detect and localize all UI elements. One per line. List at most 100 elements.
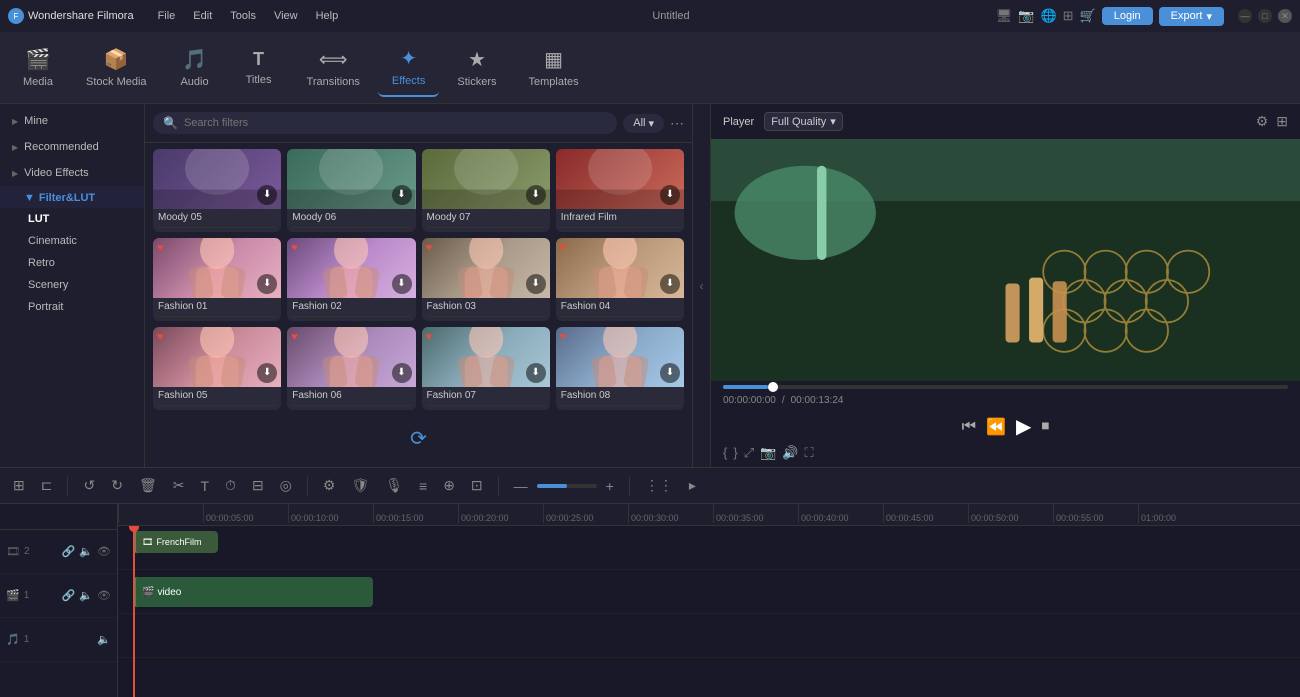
step-back-button[interactable]: ⏮ — [962, 418, 976, 436]
download-icon-fashion07[interactable]: ⬇ — [526, 363, 546, 383]
delete-icon[interactable]: 🗑 — [134, 474, 162, 497]
search-input[interactable] — [184, 117, 607, 129]
minimize-button[interactable]: — — [1238, 9, 1252, 23]
edit-icon[interactable]: ⊟ — [247, 474, 269, 497]
toolbar-stock-media[interactable]: 📦 Stock Media — [72, 39, 161, 96]
export-button[interactable]: Export ▾ — [1159, 7, 1224, 26]
track-2-link-icon[interactable]: 🔗 — [62, 589, 76, 602]
fullscreen-icon[interactable]: ⛶ — [804, 445, 813, 461]
sidebar-sub-scenery[interactable]: Scenery — [0, 274, 144, 296]
split-mode-icon[interactable]: ⊞ — [8, 474, 30, 497]
heart-icon-fashion03[interactable]: ♥ — [426, 242, 433, 254]
menu-help[interactable]: Help — [308, 8, 347, 24]
play-button[interactable]: ▶ — [1016, 414, 1031, 439]
expand-icon[interactable]: ▸ — [684, 474, 701, 497]
toolbar-templates[interactable]: ▦ Templates — [514, 39, 592, 96]
sidebar-item-mine[interactable]: ▶ Mine — [0, 108, 144, 134]
track-2-mute-icon[interactable]: 🔈 — [79, 589, 93, 602]
system-icon-4[interactable]: ⊞ — [1063, 8, 1074, 24]
download-icon-moody07[interactable]: ⬇ — [526, 185, 546, 205]
effect-card-moody06[interactable]: ⬇Moody 06 — [287, 149, 415, 232]
system-icon-2[interactable]: 📷 — [1018, 8, 1034, 24]
download-icon-fashion08[interactable]: ⬇ — [660, 363, 680, 383]
effect-card-moody07[interactable]: ⬇Moody 07 — [422, 149, 550, 232]
download-icon-fashion06[interactable]: ⬇ — [392, 363, 412, 383]
quality-select[interactable]: Full Quality ▾ — [764, 112, 843, 131]
clip-video[interactable]: 🎬 video — [133, 577, 373, 607]
zoom-in-icon[interactable]: + — [601, 475, 619, 497]
close-button[interactable]: ✕ — [1278, 9, 1292, 23]
download-icon-moody05[interactable]: ⬇ — [257, 185, 277, 205]
system-icon-1[interactable]: 🖥 — [996, 8, 1013, 24]
toolbar-titles[interactable]: T Titles — [229, 41, 289, 94]
mark-out-icon[interactable]: } — [733, 445, 737, 461]
progress-thumb[interactable] — [768, 382, 778, 392]
track-1-mute-icon[interactable]: 🔈 — [79, 545, 93, 558]
heart-icon-fashion01[interactable]: ♥ — [157, 242, 164, 254]
split-clip-icon[interactable]: ⊕ — [438, 474, 460, 497]
sidebar-sub-lut[interactable]: LUT — [0, 208, 144, 230]
effect-card-fashion05[interactable]: ♥⬇Fashion 05 — [153, 327, 281, 410]
redo-icon[interactable]: ↻ — [106, 474, 128, 497]
download-icon-infrared[interactable]: ⬇ — [660, 185, 680, 205]
effect-card-infrared[interactable]: ⬇Infrared Film — [556, 149, 684, 232]
frame-forward-button[interactable]: ⏹ — [1041, 418, 1049, 436]
filter-all-button[interactable]: All ▾ — [623, 114, 664, 133]
effect-card-fashion02[interactable]: ♥⬇Fashion 02 — [287, 238, 415, 321]
heart-icon-fashion02[interactable]: ♥ — [291, 242, 298, 254]
zoom-out-icon[interactable]: — — [509, 475, 533, 497]
track-3-mute-icon[interactable]: 🔈 — [97, 633, 111, 646]
download-icon-moody06[interactable]: ⬇ — [392, 185, 412, 205]
download-icon-fashion03[interactable]: ⬇ — [526, 274, 546, 294]
cut-icon[interactable]: ✂ — [168, 474, 190, 497]
download-icon-fashion05[interactable]: ⬇ — [257, 363, 277, 383]
download-icon-fashion04[interactable]: ⬇ — [660, 274, 680, 294]
track-1-link-icon[interactable]: 🔗 — [62, 545, 76, 558]
tracks-icon[interactable]: ≡ — [414, 475, 432, 497]
login-button[interactable]: Login — [1102, 7, 1153, 25]
zoom-slider[interactable] — [537, 484, 597, 488]
system-icon-3[interactable]: 🌐 — [1040, 8, 1056, 24]
effect-card-fashion08[interactable]: ♥⬇Fashion 08 — [556, 327, 684, 410]
effect-apply-icon[interactable]: ◎ — [275, 474, 297, 497]
sidebar-sub-cinematic[interactable]: Cinematic — [0, 230, 144, 252]
download-icon-fashion02[interactable]: ⬇ — [392, 274, 412, 294]
toolbar-transitions[interactable]: ⟺ Transitions — [293, 39, 374, 96]
heart-icon-fashion07[interactable]: ♥ — [426, 331, 433, 343]
extract-icon[interactable]: ⤢ — [744, 445, 754, 461]
more-tracks-icon[interactable]: ⋮⋮ — [640, 474, 678, 497]
more-options-icon[interactable]: ⋯ — [670, 115, 684, 132]
sidebar-sub-retro[interactable]: Retro — [0, 252, 144, 274]
heart-icon-fashion04[interactable]: ♥ — [560, 242, 567, 254]
sidebar-sub-portrait[interactable]: Portrait — [0, 296, 144, 318]
panel-collapse-handle[interactable]: ‹ — [692, 104, 710, 467]
menu-view[interactable]: View — [266, 8, 306, 24]
sidebar-item-filter-lut[interactable]: ▼ Filter&LUT — [0, 186, 144, 208]
toolbar-media[interactable]: 🎬 Media — [8, 39, 68, 96]
mark-in-icon[interactable]: { — [723, 445, 727, 461]
heart-icon-fashion08[interactable]: ♥ — [560, 331, 567, 343]
effect-card-fashion03[interactable]: ♥⬇Fashion 03 — [422, 238, 550, 321]
maximize-button[interactable]: □ — [1258, 9, 1272, 23]
progress-bar[interactable] — [723, 385, 1288, 389]
player-layout-icon[interactable]: ⊞ — [1276, 113, 1288, 130]
snapshot-icon[interactable]: 📷 — [760, 445, 776, 461]
menu-file[interactable]: File — [150, 8, 184, 24]
effect-card-fashion06[interactable]: ♥⬇Fashion 06 — [287, 327, 415, 410]
duration-icon[interactable]: ⏱ — [220, 474, 241, 497]
effect-card-fashion07[interactable]: ♥⬇Fashion 07 — [422, 327, 550, 410]
undo-icon[interactable]: ↺ — [78, 474, 100, 497]
pip-icon[interactable]: ⊡ — [466, 474, 488, 497]
download-icon-fashion01[interactable]: ⬇ — [257, 274, 277, 294]
settings-icon[interactable]: ⚙ — [318, 474, 341, 497]
toolbar-effects[interactable]: ✦ Effects — [378, 38, 439, 97]
mic-icon[interactable]: 🎙 — [380, 474, 408, 497]
volume-icon[interactable]: 🔊 — [782, 445, 798, 461]
effect-card-fashion01[interactable]: ♥⬇Fashion 01 — [153, 238, 281, 321]
menu-tools[interactable]: Tools — [222, 8, 264, 24]
sidebar-item-recommended[interactable]: ▶ Recommended — [0, 134, 144, 160]
player-settings-icon[interactable]: ⚙ — [1256, 113, 1269, 130]
track-2-hide-icon[interactable]: 👁 — [97, 589, 111, 602]
heart-icon-fashion05[interactable]: ♥ — [157, 331, 164, 343]
shield-icon[interactable]: 🛡 — [346, 474, 374, 497]
